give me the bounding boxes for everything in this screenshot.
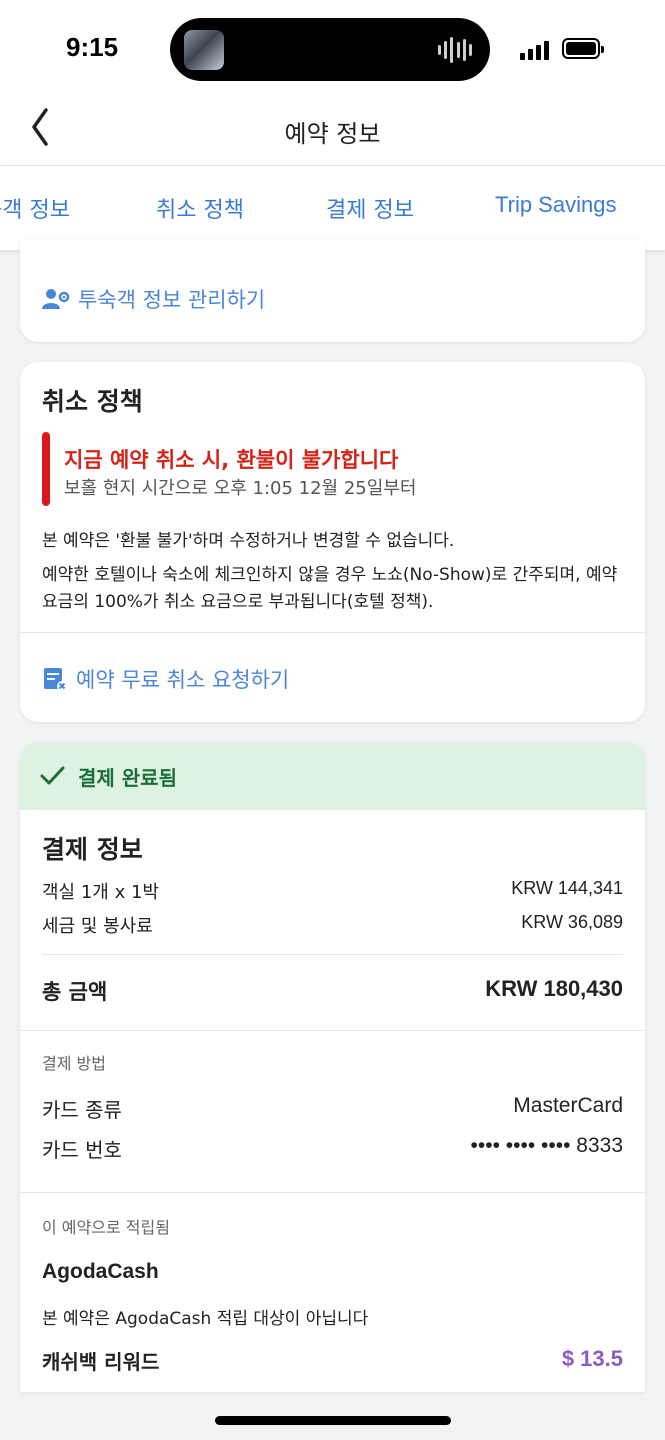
divider	[20, 1192, 645, 1193]
status-time: 9:15	[66, 32, 119, 62]
policy-text-2: 예약한 호텔이나 숙소에 체크인하지 않을 경우 노쇼(No-Show)로 간주…	[42, 565, 618, 612]
checkmark-icon	[40, 766, 65, 785]
room-nights-label: 객실 1개 x 1박	[42, 882, 159, 903]
payment-card: 결제 완료됨 결제 정보 객실 1개 x 1박 KRW 144,341 세금 및…	[20, 742, 645, 1392]
home-indicator	[215, 1416, 451, 1425]
agodacash-title: AgodaCash	[42, 1260, 159, 1283]
cashback-value: $ 13.5	[561, 1346, 623, 1371]
card-number-value: •••• •••• •••• 8333	[470, 1134, 623, 1157]
alert-effective-time: 보홀 현지 시간으로 오후 1:05 12월 25일부터	[64, 478, 417, 499]
divider	[42, 954, 623, 955]
now-playing-thumbnail	[184, 30, 224, 70]
non-refundable-alert: 지금 예약 취소 시, 환불이 불가합니다	[64, 448, 399, 472]
page-title: 예약 정보	[284, 120, 381, 148]
policy-text-1: 본 예약은 '환불 불가'하며 수정하거나 변경할 수 없습니다.	[42, 531, 455, 551]
tab-cancellation-policy[interactable]: 취소 정책	[156, 192, 244, 224]
cancellation-policy-card: 취소 정책 지금 예약 취소 시, 환불이 불가합니다 보홀 현지 시간으로 오…	[20, 362, 645, 722]
tab-payment-info[interactable]: 결제 정보	[326, 192, 414, 224]
total-value: KRW 180,430	[485, 976, 623, 1001]
payment-method-header: 결제 방법	[42, 1054, 106, 1073]
manage-guests-label: 투숙객 정보 관리하기	[78, 288, 266, 312]
free-cancel-label: 예약 무료 취소 요청하기	[76, 668, 290, 692]
card-number-label: 카드 번호	[42, 1138, 122, 1162]
room-price-value: KRW 144,341	[511, 878, 623, 898]
tab-guest-info[interactable]: 숙객 정보	[0, 192, 70, 224]
alert-accent-bar	[42, 432, 50, 506]
tab-trip-savings[interactable]: Trip Savings	[495, 192, 616, 218]
tax-label: 세금 및 봉사료	[42, 916, 153, 937]
manage-guests-link[interactable]: 투숙객 정보 관리하기	[42, 284, 265, 314]
cancel-document-icon	[44, 668, 67, 691]
battery-icon	[562, 38, 604, 59]
free-cancel-request-link[interactable]: 예약 무료 취소 요청하기	[42, 664, 289, 694]
payment-status-banner: 결제 완료됨	[20, 742, 645, 810]
tax-value: KRW 36,089	[521, 912, 623, 932]
cellular-signal-icon	[520, 38, 552, 60]
status-bar: 9:15	[0, 0, 665, 100]
guest-card: 투숙객 정보 관리하기	[20, 240, 645, 342]
card-type-value: MasterCard	[513, 1094, 623, 1117]
divider	[20, 632, 645, 633]
user-settings-icon	[42, 289, 70, 309]
cancellation-title: 취소 정책	[42, 387, 143, 416]
payment-status-label: 결제 완료됨	[78, 766, 177, 790]
cashback-label: 캐쉬백 리워드	[42, 1350, 160, 1374]
navigation-header: 예약 정보	[0, 100, 665, 166]
dynamic-island	[170, 18, 490, 81]
total-label: 총 금액	[42, 980, 108, 1004]
audio-wave-icon	[438, 36, 472, 64]
earned-header: 이 예약으로 적립됨	[42, 1218, 170, 1237]
card-type-label: 카드 종류	[42, 1098, 122, 1122]
divider	[20, 1030, 645, 1031]
tab-bar: 숙객 정보 취소 정책 결제 정보 Trip Savings	[0, 166, 665, 250]
agodacash-text: 본 예약은 AgodaCash 적립 대상이 아닙니다	[42, 1309, 369, 1329]
payment-title: 결제 정보	[42, 835, 143, 864]
